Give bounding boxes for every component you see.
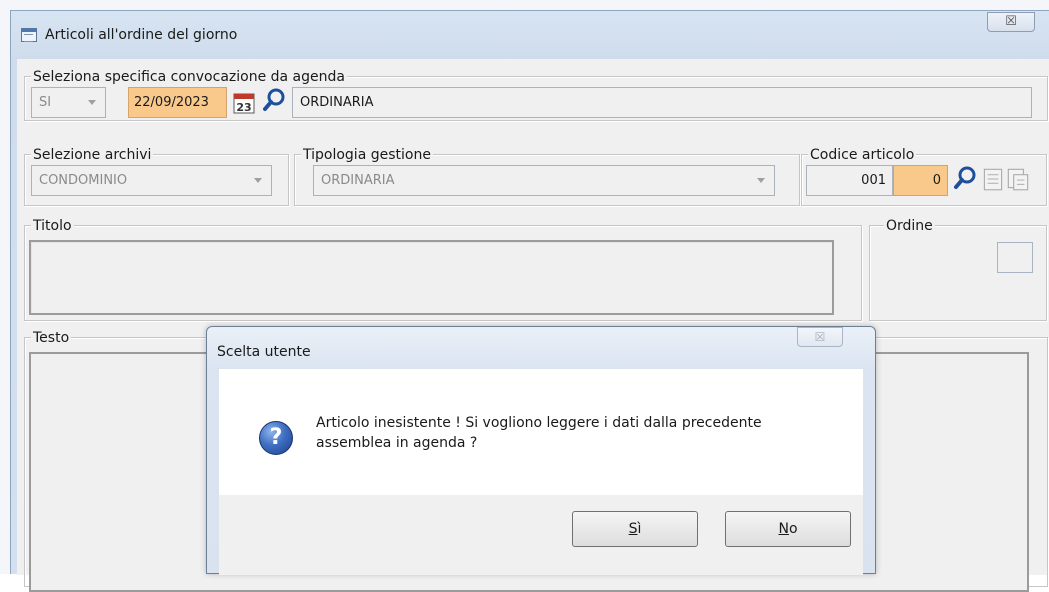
chevron-down-icon — [757, 178, 765, 183]
chevron-down-icon — [88, 100, 96, 105]
testo-group-label: Testo — [31, 330, 72, 346]
archivi-group: Selezione archivi CONDOMINIO — [24, 147, 289, 206]
dialog-body: ? Articolo inesistente ! Si vogliono leg… — [219, 369, 863, 495]
copy-document-icon[interactable] — [1005, 165, 1031, 193]
convocazione-group-label: Seleziona specifica convocazione da agen… — [31, 69, 347, 85]
tipologia-group-label: Tipologia gestione — [301, 147, 433, 163]
titolo-group: Titolo — [24, 218, 862, 321]
dialog-title: Scelta utente — [217, 344, 311, 360]
titolo-group-label: Titolo — [31, 218, 74, 234]
archivi-combo-value: CONDOMINIO — [39, 173, 128, 188]
codice-field[interactable]: 001 — [806, 165, 893, 196]
dialog-close-button[interactable]: ☒ — [797, 327, 843, 347]
codice-group-label: Codice articolo — [808, 147, 917, 163]
tipologia-combo[interactable]: ORDINARIA — [313, 165, 775, 196]
calendar-day-label: 23 — [236, 101, 251, 114]
window-title: Articoli all'ordine del giorno — [45, 27, 238, 43]
yes-label-rest: ì — [637, 521, 642, 537]
si-no-combo[interactable]: SI — [31, 87, 106, 118]
window-titlebar[interactable]: Articoli all'ordine del giorno ☒ — [11, 11, 1049, 59]
chevron-down-icon — [254, 178, 262, 183]
codice-sub-field[interactable]: 0 — [893, 165, 948, 196]
tipologia-combo-value: ORDINARIA — [321, 173, 395, 188]
list-document-icon[interactable] — [980, 165, 1006, 193]
convocazione-type-field[interactable]: ORDINARIA — [292, 87, 1032, 118]
desktop-background-top — [0, 0, 1049, 10]
titolo-textarea[interactable] — [29, 240, 834, 315]
ordine-group: Ordine — [869, 218, 1047, 321]
date-field[interactable]: 22/09/2023 — [128, 87, 227, 118]
search-icon[interactable] — [261, 86, 287, 114]
archivi-group-label: Selezione archivi — [31, 147, 154, 163]
no-label-rest: o — [788, 521, 798, 537]
convocazione-group: Seleziona specifica convocazione da agen… — [24, 69, 1048, 121]
archivi-combo[interactable]: CONDOMINIO — [31, 165, 272, 196]
yes-button[interactable]: Sì — [572, 511, 698, 547]
user-choice-dialog: Scelta utente ☒ ? Articolo inesistente !… — [206, 326, 876, 575]
codice-group: Codice articolo 001 0 — [801, 147, 1047, 206]
ordine-group-label: Ordine — [884, 218, 935, 234]
dialog-message: Articolo inesistente ! Si vogliono legge… — [316, 415, 762, 451]
no-mnemonic: N — [778, 521, 789, 537]
window-close-button[interactable]: ☒ — [987, 12, 1035, 32]
yes-mnemonic: S — [628, 521, 638, 537]
search-icon[interactable] — [952, 164, 978, 192]
calendar-icon[interactable]: 23 — [231, 88, 257, 116]
ordine-field[interactable] — [997, 242, 1033, 273]
window-form-icon — [21, 28, 37, 42]
desktop-background-left — [0, 0, 10, 574]
tipologia-group: Tipologia gestione ORDINARIA — [294, 147, 800, 206]
dialog-footer: Sì No — [219, 495, 863, 575]
question-icon: ? — [259, 421, 293, 455]
si-no-combo-value: SI — [39, 95, 52, 110]
no-button[interactable]: No — [725, 511, 851, 547]
